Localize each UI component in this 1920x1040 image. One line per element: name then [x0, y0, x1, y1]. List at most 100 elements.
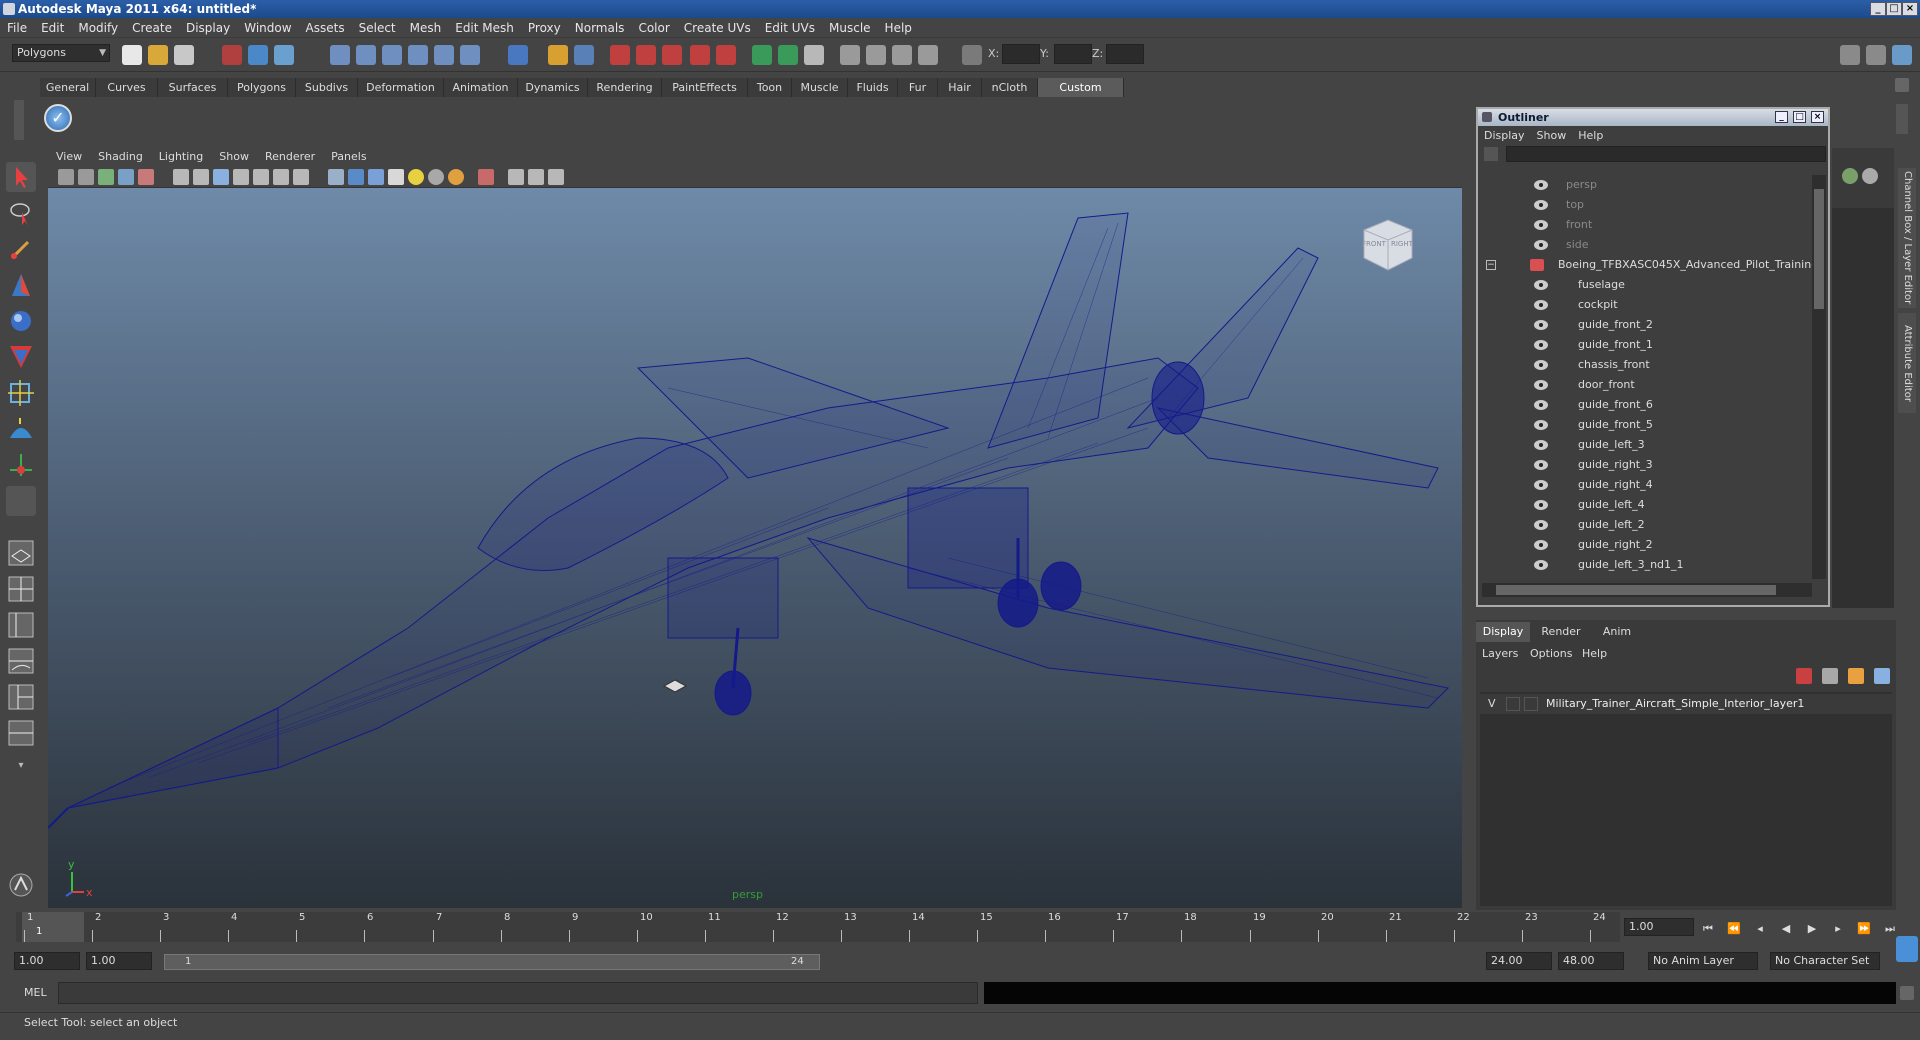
shelf-tab-polygons[interactable]: Polygons: [228, 78, 296, 97]
layout-hypershade-icon[interactable]: [6, 682, 36, 712]
menu-normals[interactable]: Normals: [568, 18, 632, 38]
shelf-tab-hair[interactable]: Hair: [938, 78, 982, 97]
perspective-viewport[interactable]: FRONT RIGHT y x persp: [48, 188, 1462, 908]
rotate-tool-icon[interactable]: [6, 306, 36, 336]
shelf-tab-custom[interactable]: Custom: [1038, 78, 1124, 97]
quick-layout-icon[interactable]: [6, 870, 36, 900]
xray-icon[interactable]: [508, 169, 524, 185]
menu-select[interactable]: Select: [352, 18, 403, 38]
side-tab-channel-box[interactable]: Channel Box / Layer Editor: [1898, 168, 1916, 308]
wireframe-on-shaded-icon[interactable]: [368, 169, 384, 185]
ipr-render-icon[interactable]: [752, 45, 772, 65]
outliner-root-group[interactable]: − Boeing_TFBXASC045X_Advanced_Pilot_Trai…: [1482, 255, 1812, 275]
outliner-item[interactable]: chassis_front: [1482, 355, 1812, 375]
use-default-lights-icon[interactable]: [408, 169, 424, 185]
end-time-field[interactable]: 48.00: [1558, 952, 1624, 970]
add-to-layer-icon[interactable]: [1874, 668, 1890, 684]
playback-start-field[interactable]: 1.00: [86, 952, 152, 970]
channel-box-globe-icon[interactable]: [1842, 168, 1858, 184]
xray-joints-icon[interactable]: [528, 169, 544, 185]
step-forward-frame-icon[interactable]: ▸: [1828, 922, 1848, 936]
shadows-icon[interactable]: [428, 169, 444, 185]
outliner-item[interactable]: guide_left_3: [1482, 435, 1812, 455]
outliner-maximize-button[interactable]: □: [1793, 111, 1806, 123]
menu-create[interactable]: Create: [125, 18, 179, 38]
toggle-channel-box-icon[interactable]: [1892, 45, 1912, 65]
display-settings-icon[interactable]: [892, 45, 912, 65]
menu-help[interactable]: Help: [878, 18, 919, 38]
x-field[interactable]: [1002, 44, 1040, 64]
outliner-hscroll-thumb[interactable]: [1496, 585, 1776, 595]
script-editor-icon[interactable]: [1900, 986, 1914, 1000]
outliner-search-field[interactable]: [1506, 146, 1826, 162]
snap-together-icon[interactable]: [690, 45, 710, 65]
new-layer-empty-icon[interactable]: [1822, 668, 1838, 684]
command-language-label[interactable]: MEL: [24, 986, 47, 999]
go-to-start-icon[interactable]: ⏮: [1698, 922, 1718, 936]
absolute-transform-icon[interactable]: [962, 45, 982, 65]
more-layouts-icon[interactable]: ▾: [6, 760, 36, 780]
image-plane-icon[interactable]: [118, 169, 134, 185]
gate-mask-icon[interactable]: [233, 169, 249, 185]
layout-single-pane-icon[interactable]: [6, 538, 36, 568]
layer-color-swatch[interactable]: [1524, 697, 1538, 711]
outliner-item[interactable]: guide_left_2: [1482, 515, 1812, 535]
anim-layer-dropdown[interactable]: No Anim Layer: [1648, 952, 1758, 970]
textured-icon[interactable]: [388, 169, 404, 185]
custom-shelf-check-icon[interactable]: ✓: [44, 104, 72, 132]
outliner-item[interactable]: guide_left_4: [1482, 495, 1812, 515]
minimize-button[interactable]: _: [1870, 2, 1886, 16]
shelf-tab-toon[interactable]: Toon: [748, 78, 792, 97]
close-button[interactable]: ×: [1902, 2, 1918, 16]
render-region-icon[interactable]: [716, 45, 736, 65]
outliner-window[interactable]: Outliner _ □ × Display Show Help persp top…: [1476, 107, 1830, 607]
character-set-dropdown[interactable]: No Character Set: [1770, 952, 1880, 970]
toggle-attribute-editor-icon[interactable]: [1840, 45, 1860, 65]
smooth-shade-icon[interactable]: [348, 169, 364, 185]
outliner-item[interactable]: guide_right_3: [1482, 455, 1812, 475]
layer-visibility-toggle[interactable]: V: [1488, 694, 1496, 714]
outliner-close-button[interactable]: ×: [1811, 111, 1824, 123]
input-ops-icon[interactable]: [610, 45, 630, 65]
menu-create-uvs[interactable]: Create UVs: [677, 18, 758, 38]
layout-persp-outliner-icon[interactable]: [6, 610, 36, 640]
shelf-tab-muscle[interactable]: Muscle: [792, 78, 848, 97]
layer-tab-anim[interactable]: Anim: [1592, 622, 1642, 642]
step-forward-key-icon[interactable]: ⏩: [1854, 922, 1874, 936]
save-scene-icon[interactable]: [174, 45, 194, 65]
menu-modify[interactable]: Modify: [71, 18, 125, 38]
menu-mesh[interactable]: Mesh: [403, 18, 449, 38]
menu-edit-mesh[interactable]: Edit Mesh: [448, 18, 521, 38]
layer-menu-layers[interactable]: Layers: [1482, 644, 1518, 664]
layer-tab-render[interactable]: Render: [1534, 622, 1588, 642]
menu-proxy[interactable]: Proxy: [521, 18, 568, 38]
outliner-item[interactable]: guide_front_1: [1482, 335, 1812, 355]
menu-muscle[interactable]: Muscle: [822, 18, 878, 38]
construction-history-icon[interactable]: [508, 45, 528, 65]
grid-icon[interactable]: [173, 169, 189, 185]
snap-grid-icon[interactable]: [330, 45, 350, 65]
film-gate-icon[interactable]: [193, 169, 209, 185]
outliner-camera-side[interactable]: side: [1482, 235, 1812, 255]
new-scene-icon[interactable]: [122, 45, 142, 65]
shelf-scroll-icon[interactable]: [1896, 104, 1908, 134]
lasso-tool-icon[interactable]: [6, 198, 36, 228]
outliner-item[interactable]: cockpit: [1482, 295, 1812, 315]
viewport-menu-shading[interactable]: Shading: [90, 148, 151, 166]
soft-modification-icon[interactable]: [6, 414, 36, 444]
view-cube[interactable]: FRONT RIGHT: [1358, 216, 1413, 271]
menu-edit-uvs[interactable]: Edit UVs: [758, 18, 822, 38]
viewport-menu-view[interactable]: View: [48, 148, 90, 166]
outliner-item[interactable]: guide_right_4: [1482, 475, 1812, 495]
outliner-menu-display[interactable]: Display: [1478, 126, 1531, 146]
camera-attributes-icon[interactable]: [78, 169, 94, 185]
shelf-options-handle[interactable]: [14, 100, 24, 140]
outliner-item[interactable]: guide_right_2: [1482, 535, 1812, 555]
outliner-camera-front[interactable]: front: [1482, 215, 1812, 235]
command-input[interactable]: [58, 982, 978, 1004]
outliner-camera-top[interactable]: top: [1482, 195, 1812, 215]
outliner-item[interactable]: fuselage: [1482, 275, 1812, 295]
step-back-frame-icon[interactable]: ◂: [1750, 922, 1770, 936]
shelf-tab-surfaces[interactable]: Surfaces: [158, 78, 228, 97]
shelf-tab-rendering[interactable]: Rendering: [588, 78, 662, 97]
